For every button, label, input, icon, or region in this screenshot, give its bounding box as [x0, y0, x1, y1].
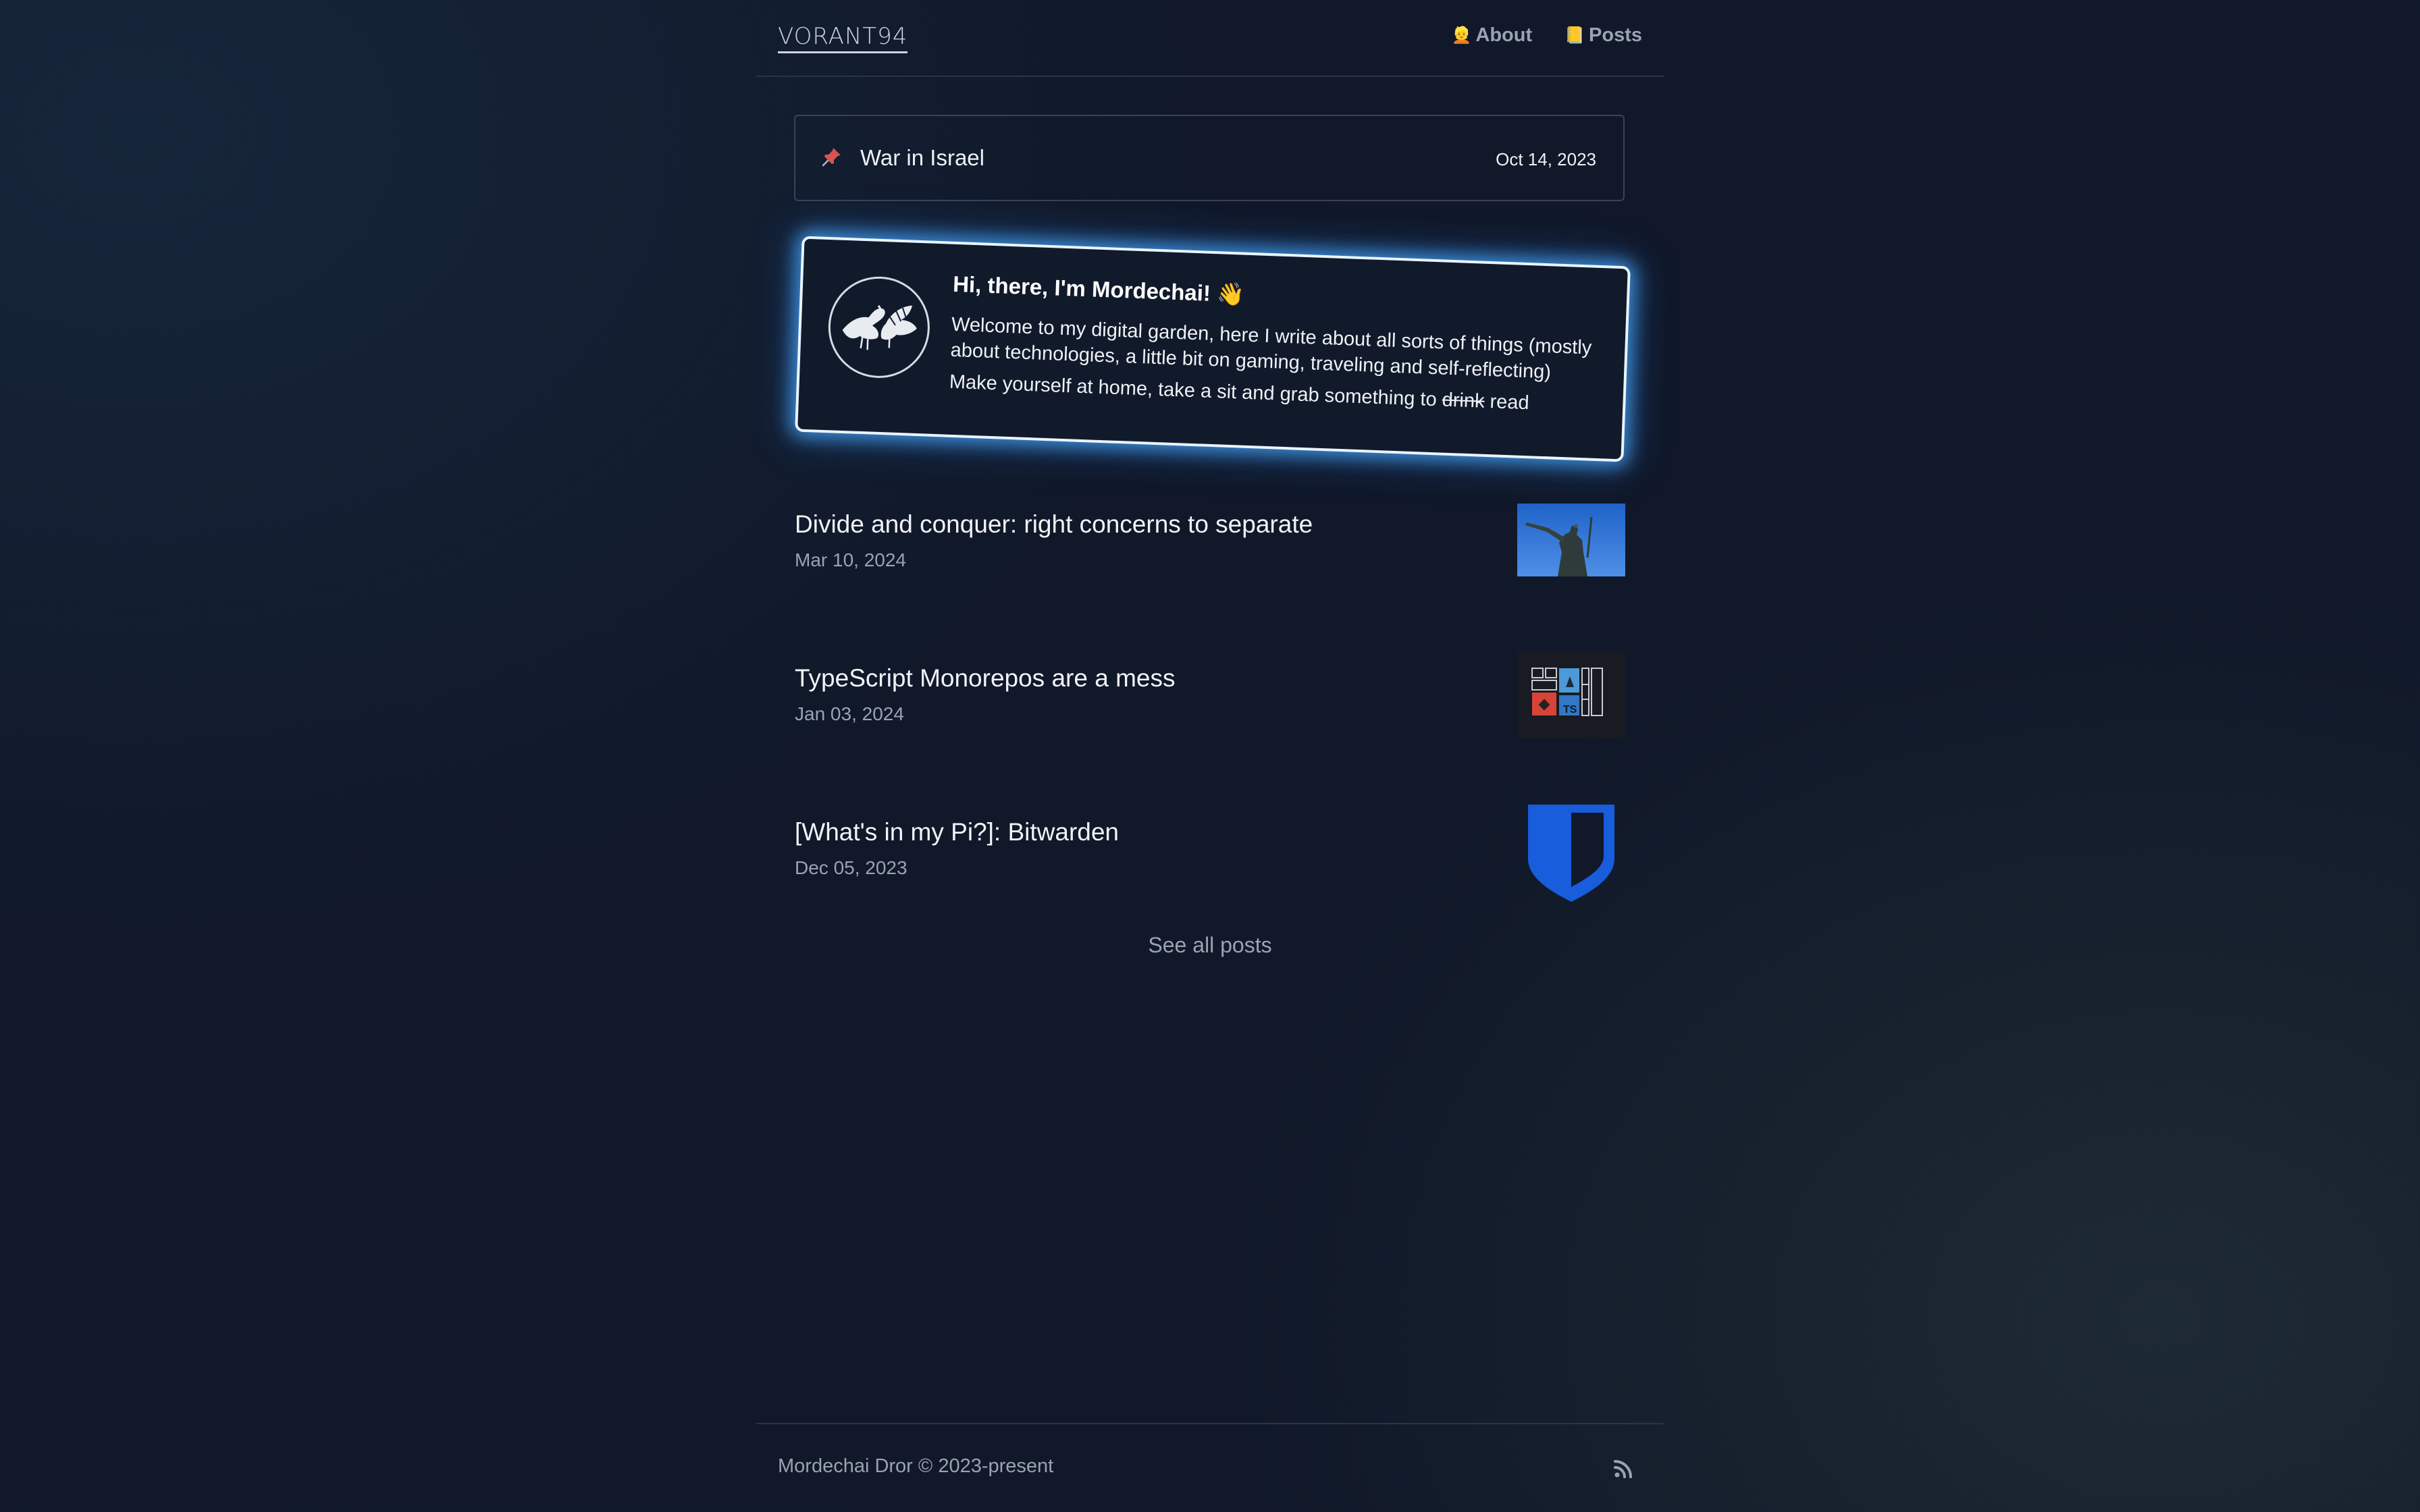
- nav-about-link[interactable]: 👱 About: [1451, 24, 1532, 47]
- person-icon: 👱: [1451, 26, 1472, 45]
- post-title[interactable]: Divide and conquer: right concerns to se…: [795, 510, 1313, 539]
- copyright-text: Mordechai Dror © 2023-present: [778, 1455, 1054, 1477]
- notebook-icon: 📒: [1564, 26, 1585, 45]
- post-title[interactable]: TypeScript Monorepos are a mess: [795, 664, 1175, 693]
- post-item[interactable]: TypeScript Monorepos are a mess Jan 03, …: [795, 652, 1625, 738]
- pinned-post[interactable]: War in Israel Oct 14, 2023: [794, 115, 1625, 201]
- page-container: VORANT94 👱 About 📒 Posts War in Israel O…: [756, 0, 1664, 1512]
- pinned-post-title: War in Israel: [860, 145, 984, 170]
- monorepo-image[interactable]: TS: [1517, 652, 1625, 738]
- nav-about-label: About: [1475, 24, 1533, 46]
- statue-image[interactable]: [1517, 504, 1625, 576]
- site-logo[interactable]: VORANT94: [778, 23, 908, 53]
- dove-logo-icon: [842, 305, 917, 350]
- post-item[interactable]: [What's in my Pi?]: Bitwarden Dec 05, 20…: [795, 805, 1625, 902]
- post-date: Mar 10, 2024: [795, 549, 906, 570]
- intro-card: Hi, there, I'm Mordechai! 👋 Welcome to m…: [795, 236, 1631, 462]
- post-item[interactable]: Divide and conquer: right concerns to se…: [795, 504, 1625, 585]
- bitwarden-shield-icon[interactable]: [1517, 794, 1625, 902]
- nav-posts-link[interactable]: 📒 Posts: [1564, 24, 1642, 47]
- intro-heading: Hi, there, I'm Mordechai! 👋: [952, 271, 1245, 307]
- avatar: [826, 275, 932, 380]
- rss-icon[interactable]: [1612, 1458, 1634, 1480]
- intro-line2-suffix: read: [1483, 390, 1530, 414]
- post-date: Dec 05, 2023: [795, 857, 908, 878]
- pushpin-icon: [822, 148, 841, 167]
- post-date: Jan 03, 2024: [795, 703, 904, 724]
- svg-text:TS: TS: [1563, 704, 1577, 716]
- nav-posts-label: Posts: [1589, 24, 1642, 46]
- site-header: VORANT94 👱 About 📒 Posts: [756, 0, 1664, 77]
- site-footer: Mordechai Dror © 2023-present: [756, 1423, 1664, 1512]
- intro-strike-word: drink: [1442, 389, 1485, 412]
- main-nav: 👱 About 📒 Posts: [1451, 24, 1642, 47]
- pinned-post-date: Oct 14, 2023: [1496, 149, 1596, 169]
- see-all-posts-link[interactable]: See all posts: [756, 933, 1664, 958]
- post-title[interactable]: [What's in my Pi?]: Bitwarden: [795, 818, 1119, 846]
